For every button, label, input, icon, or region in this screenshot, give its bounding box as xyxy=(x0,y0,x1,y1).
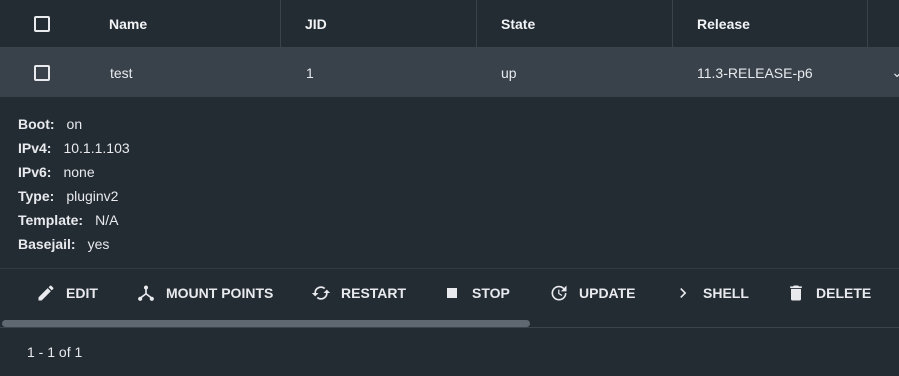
detail-basejail: Basejail: yes xyxy=(18,235,130,259)
stop-button[interactable]: STOP xyxy=(442,269,510,317)
detail-boot: Boot: on xyxy=(18,115,130,139)
stop-icon xyxy=(447,288,457,298)
detail-template: Template: N/A xyxy=(18,211,130,235)
trash-icon xyxy=(790,285,802,301)
update-button[interactable]: UPDATE xyxy=(549,269,636,317)
column-divider xyxy=(280,0,281,47)
chevron-down-icon[interactable]: ⌄ xyxy=(891,64,899,81)
column-divider xyxy=(867,0,868,47)
horizontal-scrollbar[interactable] xyxy=(0,318,899,327)
jail-details: Boot: on IPv4: 10.1.1.103 IPv6: none Typ… xyxy=(18,115,130,259)
checkbox-icon xyxy=(34,64,50,81)
detail-label: IPv4: xyxy=(18,140,52,156)
detail-label: Template: xyxy=(18,212,84,228)
column-header-state[interactable]: State xyxy=(501,0,535,47)
mount-points-button[interactable]: MOUNT POINTS xyxy=(136,269,273,317)
detail-value: 10.1.1.103 xyxy=(63,140,130,156)
delete-label: DELETE xyxy=(816,285,872,301)
cell-jid: 1 xyxy=(306,64,314,81)
restart-label: RESTART xyxy=(341,285,407,301)
mount-points-label: MOUNT POINTS xyxy=(166,285,274,301)
table-footer: 1 - 1 of 1 xyxy=(0,327,899,376)
cell-release: 11.3-RELEASE-p6 xyxy=(697,64,813,81)
detail-label: IPv6: xyxy=(18,164,52,180)
detail-value: on xyxy=(66,116,83,132)
edit-button[interactable]: EDIT xyxy=(36,269,98,317)
column-divider xyxy=(476,0,477,47)
detail-label: Boot: xyxy=(18,116,55,132)
pencil-icon xyxy=(38,285,54,301)
cell-name: test xyxy=(110,64,133,81)
delete-button[interactable]: DELETE xyxy=(786,269,871,317)
column-header-name[interactable]: Name xyxy=(109,0,147,47)
update-icon xyxy=(551,285,567,301)
checkbox-icon xyxy=(34,15,50,32)
detail-label: Type: xyxy=(18,188,55,204)
column-header-jid[interactable]: JID xyxy=(305,0,327,47)
shell-button[interactable]: SHELL xyxy=(673,269,749,317)
scrollbar-thumb[interactable] xyxy=(2,320,530,327)
stop-label: STOP xyxy=(472,285,510,301)
detail-type: Type: pluginv2 xyxy=(18,187,130,211)
table-row[interactable]: test 1 up 11.3-RELEASE-p6 xyxy=(0,48,899,97)
detail-value: yes xyxy=(87,236,110,252)
restart-button[interactable]: RESTART xyxy=(311,269,406,317)
update-label: UPDATE xyxy=(579,285,636,301)
detail-value: none xyxy=(63,164,95,180)
detail-ipv6: IPv6: none xyxy=(18,163,130,187)
shell-label: SHELL xyxy=(703,285,749,301)
detail-value: pluginv2 xyxy=(66,188,119,204)
select-all-checkbox[interactable] xyxy=(34,0,50,47)
action-bar: EDIT MOUNT POINTS RESTART STOP UPDATE SH… xyxy=(0,268,899,319)
detail-ipv4: IPv4: 10.1.1.103 xyxy=(18,139,130,163)
column-divider xyxy=(672,0,673,47)
mount-points-icon xyxy=(138,285,154,301)
detail-label: Basejail: xyxy=(18,236,76,252)
table-header: Name JID State Release xyxy=(0,0,899,48)
detail-value: N/A xyxy=(95,212,119,228)
row-checkbox[interactable] xyxy=(34,48,50,97)
cell-state: up xyxy=(501,64,517,81)
restart-icon xyxy=(311,286,331,300)
pagination-range: 1 - 1 of 1 xyxy=(27,344,83,360)
chevron-right-icon xyxy=(680,288,687,298)
edit-label: EDIT xyxy=(66,285,98,301)
column-header-release[interactable]: Release xyxy=(697,0,750,47)
